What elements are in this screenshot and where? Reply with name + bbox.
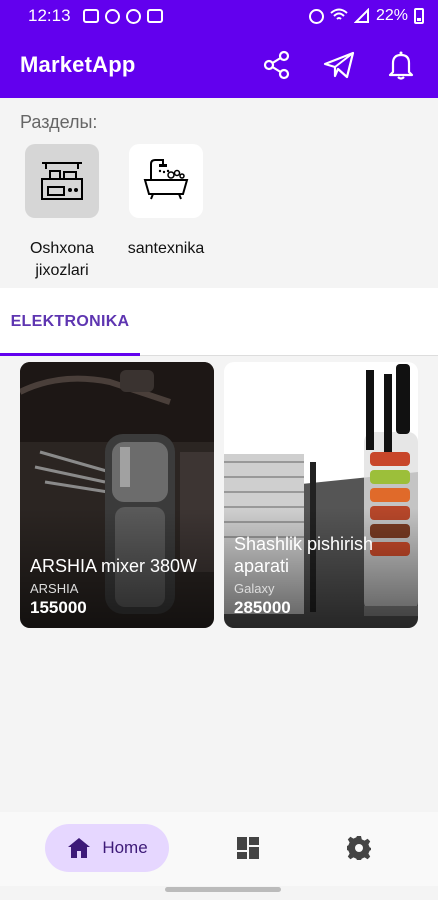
product-brand: ARSHIA [30, 581, 79, 596]
category-tabs: ELEKTRONIKA [0, 288, 438, 356]
app-title: MarketApp [20, 52, 136, 77]
wifi-icon [330, 8, 348, 20]
kitchen-stove-icon [41, 162, 83, 200]
product-brand: Galaxy [234, 581, 275, 596]
category-tile[interactable] [129, 144, 203, 218]
product-name: Shashlik pishirish aparati [234, 534, 374, 576]
category-tile[interactable] [25, 144, 99, 218]
at-icon [125, 8, 141, 24]
message-icon [82, 9, 99, 23]
settings-icon [347, 836, 371, 860]
product-card[interactable]: Shashlik pishirish aparati Galaxy 285000 [224, 362, 418, 628]
system-icons: 22% [308, 7, 424, 25]
battery-percent: 22% [375, 7, 408, 24]
tab-indicator [0, 353, 140, 356]
category-label: Oshxona jixozlari [29, 240, 95, 279]
app-bar: MarketApp [0, 32, 438, 98]
gallery-icon [146, 9, 163, 23]
gesture-bar [165, 887, 281, 892]
nav-dashboard[interactable] [219, 824, 277, 872]
product-info: ARSHIA mixer 380W ARSHIA 155000 [30, 555, 208, 618]
bell-icon[interactable] [384, 48, 418, 82]
ui-icon [104, 8, 120, 24]
status-time: 12:13 [28, 6, 71, 25]
bathtub-icon [143, 159, 189, 200]
tab-elektronika[interactable]: ELEKTRONIKA [0, 288, 140, 356]
telegram-icon[interactable] [322, 48, 356, 82]
category-plumbing[interactable]: santexnika [116, 144, 216, 260]
notification-icons [82, 8, 163, 24]
product-info: Shashlik pishirish aparati Galaxy 285000 [234, 533, 412, 618]
product-price: 155000 [30, 598, 87, 617]
dashboard-icon [237, 837, 259, 859]
alarm-icon [308, 8, 324, 24]
nav-settings[interactable] [330, 824, 388, 872]
home-icon [68, 838, 91, 858]
category-label: santexnika [127, 240, 205, 257]
nav-home-label: Home [102, 838, 148, 857]
bottom-navigation: Home [0, 812, 438, 886]
product-price: 285000 [234, 598, 291, 617]
signal-icon [353, 8, 369, 23]
product-name: ARSHIA mixer 380W [30, 556, 198, 576]
sections-heading: Разделы: [20, 112, 98, 132]
category-kitchen[interactable]: Oshxona jixozlari [12, 144, 112, 282]
battery-icon [414, 8, 424, 24]
nav-home[interactable]: Home [45, 824, 169, 872]
status-bar: 12:13 22% [0, 0, 438, 32]
share-icon[interactable] [260, 48, 294, 82]
product-card[interactable]: ARSHIA mixer 380W ARSHIA 155000 [20, 362, 214, 628]
sections-panel: Разделы: Oshxona jixozlari santexnika [0, 98, 438, 288]
